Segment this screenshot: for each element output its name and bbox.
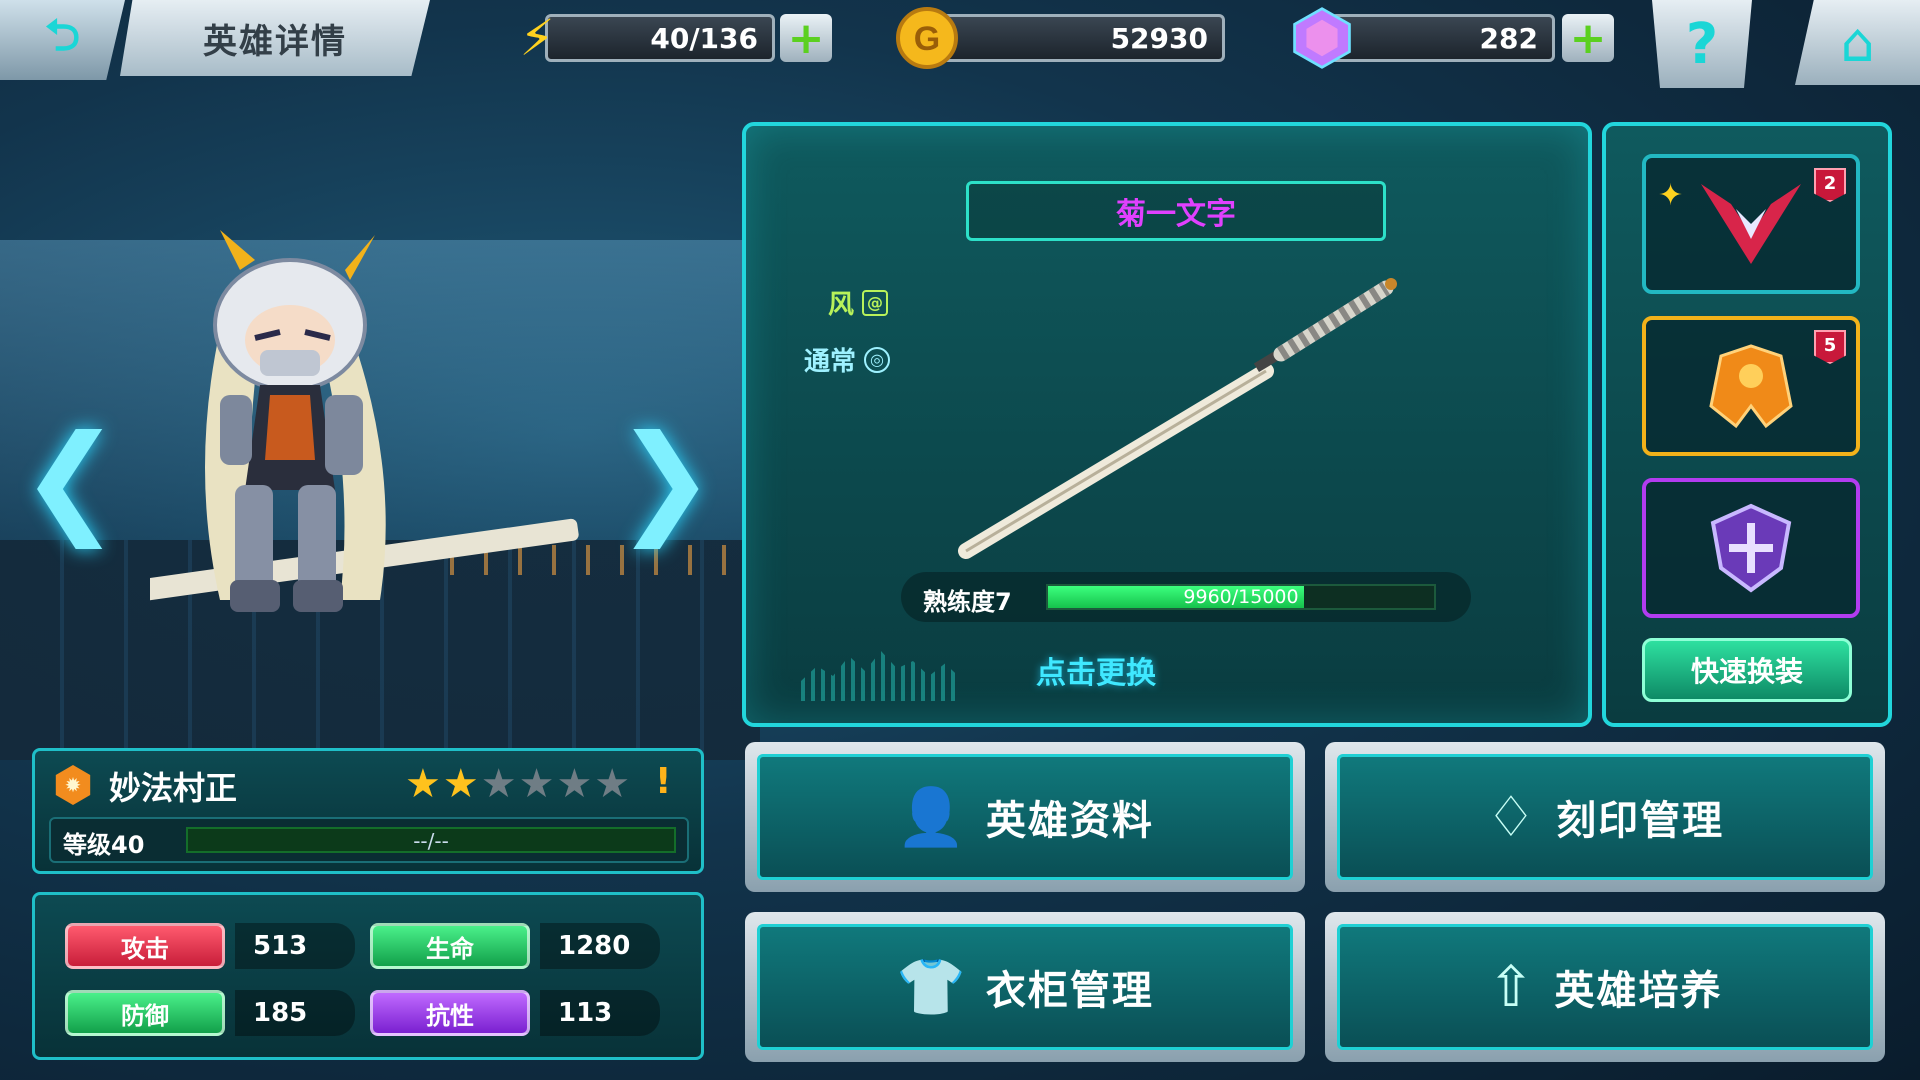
stat-value: 113	[540, 990, 660, 1036]
proficiency-text: 9960/15000	[1183, 586, 1299, 608]
decorative-equalizer	[801, 651, 961, 701]
star-empty-icon: ★	[518, 761, 555, 807]
proficiency-bar: 9960/15000	[1046, 584, 1436, 610]
gem-value: 282	[1479, 21, 1538, 55]
hero-training-button[interactable]: ⇧ 英雄培养	[1325, 912, 1885, 1062]
shield-icon	[1710, 503, 1792, 593]
next-hero-arrow-icon[interactable]: ❯	[615, 410, 716, 549]
page-title: 英雄详情	[203, 21, 347, 62]
equipment-slot-3[interactable]	[1642, 478, 1860, 618]
hero-info-panel: ✹ 妙法村正 ★ ★ ★ ★ ★ ★ ! 等级40 --/--	[32, 748, 704, 874]
stat-label: 防御	[65, 990, 225, 1036]
level-label: 等级40	[63, 831, 145, 859]
stat-value: 1280	[540, 923, 660, 969]
star-icon: ★	[442, 761, 479, 807]
stat-value: 185	[235, 990, 355, 1036]
equipment-slot-1[interactable]: ✦ 2	[1642, 154, 1860, 294]
menu-label: 衣柜管理	[985, 968, 1154, 1014]
star-empty-icon: ★	[480, 761, 517, 807]
stat-label: 生命	[370, 923, 530, 969]
proficiency-label: 熟练度7	[923, 588, 1012, 616]
armor-icon	[1709, 344, 1793, 429]
slot-badge: 5	[1814, 330, 1846, 364]
menu-label: 英雄培养	[1554, 968, 1723, 1014]
wardrobe-manage-button[interactable]: 👕 衣柜管理	[745, 912, 1305, 1062]
person-icon: 👤	[896, 785, 966, 850]
exp-text: --/--	[413, 829, 449, 853]
hero-info-button[interactable]: 👤 英雄资料	[745, 742, 1305, 892]
quick-equip-button[interactable]: 快速换装	[1642, 638, 1852, 702]
weapon-sword-image[interactable]	[936, 266, 1416, 566]
stat-label: 攻击	[65, 923, 225, 969]
hero-class-icon: ✹	[55, 765, 91, 805]
weapon-element: 风 @	[828, 284, 889, 321]
upgrade-person-icon: ⇧	[1487, 954, 1535, 1020]
wind-element-icon: @	[862, 289, 889, 316]
home-icon: ⌂	[1840, 11, 1875, 74]
stat-defense: 防御 185	[65, 990, 355, 1036]
equipment-panel: ✦ 2 5 快速换装	[1602, 122, 1892, 727]
stat-label: 抗性	[370, 990, 530, 1036]
menu-label: 英雄资料	[985, 798, 1154, 844]
back-arrow-icon: ⮌	[44, 9, 81, 61]
home-button[interactable]: ⌂	[1795, 0, 1920, 85]
weapon-panel: 菊一文字 风 @ 通常 ◎ 熟练度7 9960/15000 点击更换	[742, 122, 1592, 727]
star-empty-icon: ★	[556, 761, 593, 807]
exp-bar: --/--	[186, 827, 676, 853]
stat-attack: 攻击 513	[65, 923, 355, 969]
type-label: 通常	[804, 347, 857, 377]
top-bar: ⮌ 英雄详情 40/136 ⚡ + 52930 G 282 + ? ⌂	[0, 0, 1920, 90]
energy-counter: 40/136	[545, 14, 775, 62]
help-button[interactable]: ?	[1652, 0, 1752, 88]
shirt-icon: 👕	[896, 955, 966, 1020]
hero-name: 妙法村正	[109, 769, 238, 807]
hero-stats-panel: 攻击 513 生命 1280 防御 185 抗性 113	[32, 892, 704, 1060]
crest-icon	[1701, 184, 1801, 264]
stat-hp: 生命 1280	[370, 923, 660, 969]
hero-star-rating: ★ ★ ★ ★ ★ ★	[405, 761, 630, 807]
sparkle-icon: ✦	[1658, 178, 1684, 213]
back-button[interactable]: ⮌	[0, 0, 125, 80]
star-icon: ★	[405, 761, 441, 807]
equipment-slot-2[interactable]: 5	[1642, 316, 1860, 456]
add-energy-button[interactable]: +	[780, 13, 832, 64]
add-gem-button[interactable]: +	[1562, 13, 1614, 64]
gem-icon	[1290, 6, 1354, 70]
lightning-icon: ⚡	[519, 9, 555, 67]
stat-resistance: 抗性 113	[370, 990, 660, 1036]
energy-value: 40/136	[650, 21, 758, 55]
level-row: 等级40 --/--	[49, 817, 689, 863]
gem-counter: 282	[1330, 14, 1555, 62]
cat-shield-icon: ♢	[1485, 784, 1537, 850]
weapon-type: 通常 ◎	[804, 341, 891, 378]
slot-badge: 2	[1814, 168, 1846, 202]
proficiency-row: 熟练度7 9960/15000	[901, 572, 1471, 622]
gold-coin-icon: G	[895, 6, 959, 70]
gold-value: 52930	[1110, 21, 1208, 55]
prev-hero-arrow-icon[interactable]: ❮	[20, 410, 121, 549]
svg-text:G: G	[914, 20, 940, 58]
menu-label: 刻印管理	[1556, 798, 1725, 844]
question-icon: ?	[1685, 11, 1719, 77]
imprint-manage-button[interactable]: ♢ 刻印管理	[1325, 742, 1885, 892]
hero-portrait	[150, 230, 579, 612]
weapon-name-plate: 菊一文字	[966, 181, 1386, 241]
normal-type-icon: ◎	[864, 346, 891, 373]
stat-value: 513	[235, 923, 355, 969]
star-empty-icon: ★	[594, 761, 631, 807]
weapon-name: 菊一文字	[1116, 197, 1236, 232]
element-label: 风	[828, 290, 855, 320]
star-upgrade-alert-icon[interactable]: !	[655, 761, 671, 802]
gold-counter: 52930	[940, 14, 1225, 62]
change-weapon-button[interactable]: 点击更换	[1036, 648, 1156, 692]
title-plate: 英雄详情	[120, 0, 430, 76]
